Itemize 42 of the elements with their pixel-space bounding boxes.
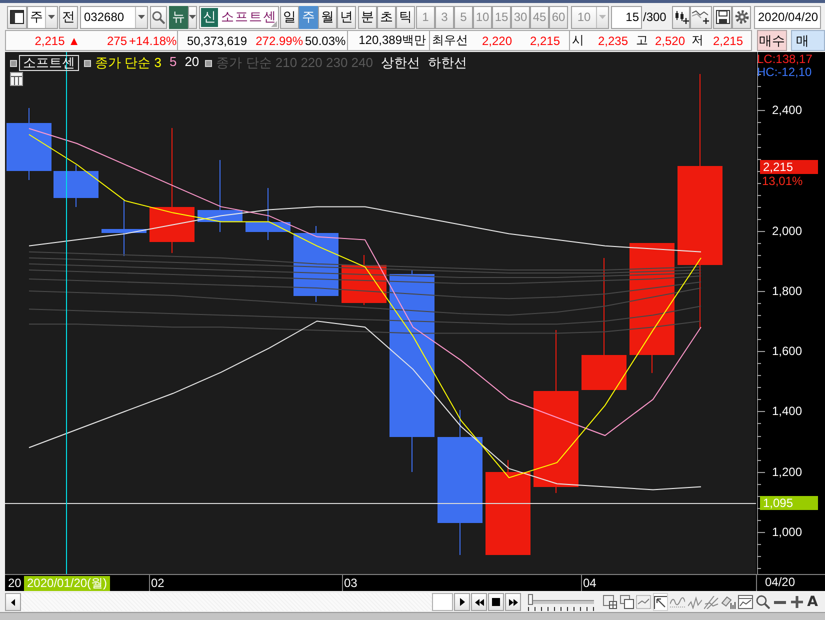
quote-label: 고	[635, 32, 649, 49]
tag-badge: 신	[201, 8, 218, 26]
quote-label: 최우선	[431, 32, 469, 49]
legend-text: 종가 단순 3	[95, 54, 162, 72]
legend-text: 종가 단순 210 220 230 240	[216, 54, 373, 72]
count-total-text: /300	[643, 10, 668, 24]
time-label: 20	[8, 576, 22, 591]
quote-value: 2,520	[654, 34, 686, 48]
time-label: 04	[583, 576, 596, 591]
quote-value: 275	[106, 34, 128, 48]
time-label: 02	[151, 576, 164, 591]
change-rate-text: 13,01%	[762, 175, 803, 188]
quote-value: 120,389백만	[358, 32, 427, 49]
current-price-badge: 2,215	[760, 160, 818, 174]
quote-value: 2,215	[528, 34, 561, 48]
quote-label: 시	[571, 32, 585, 49]
quote-value: 50,373,619	[186, 34, 248, 48]
quote-label: 저	[690, 32, 704, 49]
quote-value: 2,220	[480, 34, 513, 48]
quote-value: 272.99%	[254, 34, 304, 48]
axis-header-text: LC:138,17	[757, 53, 812, 66]
price-label: 2,400	[772, 103, 802, 118]
time-label: 2020/01/20(월)	[24, 576, 110, 591]
price-label: 1,400	[772, 404, 802, 418]
legend-text: 상한선	[381, 54, 420, 72]
price-label: 1,000	[772, 524, 802, 539]
last-date-label: 04/20	[756, 574, 825, 591]
quote-value: 50.03%	[305, 34, 347, 48]
quote-value: +14.18%	[129, 34, 178, 48]
quote-value: 2,215 ▲	[34, 34, 81, 48]
legend-text: 하한선	[428, 54, 467, 72]
price-label: 1,600	[772, 344, 802, 358]
quote-value: 2,235	[596, 34, 629, 48]
line-price-badge: 1,095	[760, 496, 818, 510]
legend-text: 5	[169, 54, 177, 71]
axis-header-text: HC:-12,10	[757, 66, 812, 79]
legend-text: 20	[184, 54, 200, 71]
time-label: 03	[344, 576, 358, 591]
price-label: 1,800	[772, 284, 802, 298]
price-label: 1,200	[772, 464, 802, 479]
price-label: 2,000	[772, 224, 802, 238]
quote-value: 2,215	[712, 34, 744, 48]
